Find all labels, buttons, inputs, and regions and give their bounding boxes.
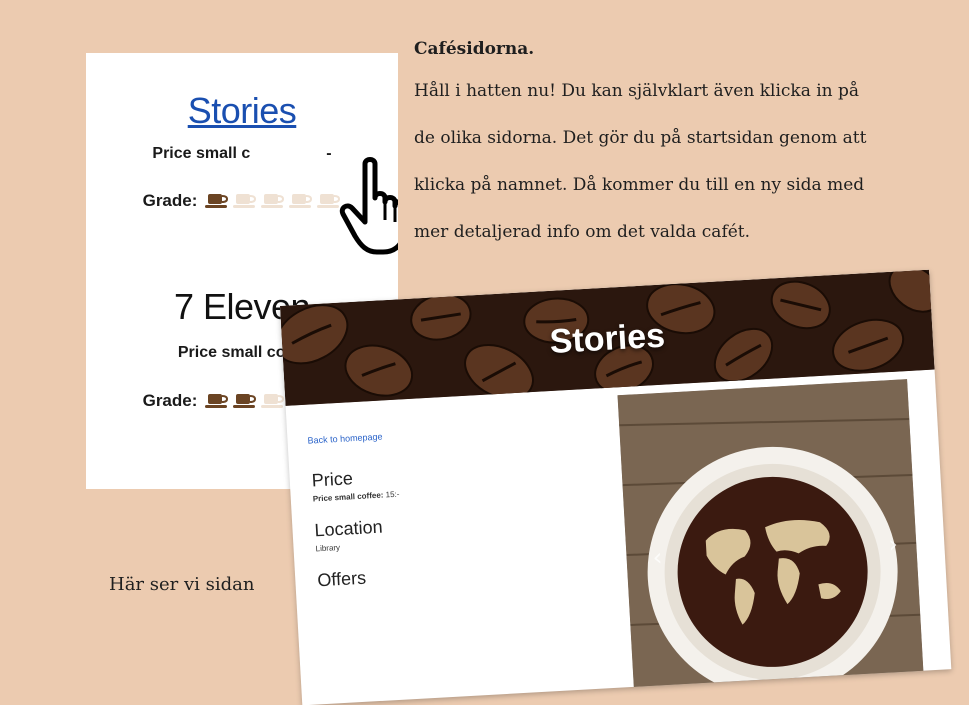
price-tail: - xyxy=(326,145,332,162)
grade-label: Grade: xyxy=(142,391,198,410)
detail-page-screenshot: Stories Back to homepage Price Price sma… xyxy=(280,269,952,705)
price-heading: Price xyxy=(311,468,354,491)
grade-cups xyxy=(205,193,341,209)
location-heading: Location xyxy=(314,516,384,541)
price-label: Price small c xyxy=(152,145,251,162)
hand-pointer-icon xyxy=(339,157,398,255)
price-detail-value: 15:- xyxy=(385,489,400,500)
location-value: Library xyxy=(315,543,341,554)
back-to-homepage-link[interactable]: Back to homepage xyxy=(307,431,383,445)
offers-heading: Offers xyxy=(316,567,367,591)
cafe-name-link-stories[interactable]: Stories xyxy=(86,90,398,132)
image-carousel: ‹ › xyxy=(617,379,924,695)
coffee-cup-empty-icon xyxy=(261,194,285,208)
text-line: klicka på namnet. Då kommer du till en n… xyxy=(414,175,865,195)
coffee-cup-empty-icon xyxy=(233,194,257,208)
carousel-next-icon[interactable]: › xyxy=(887,530,898,558)
coffee-cup-filled-icon xyxy=(205,394,229,408)
price-label: Price small coff xyxy=(177,344,297,361)
price-detail: Price small coffee: 15:- xyxy=(313,490,400,504)
carousel-prev-icon[interactable]: ‹ xyxy=(652,543,663,571)
bottom-caption: Här ser vi sidan xyxy=(109,574,255,595)
coffee-cup-empty-icon xyxy=(289,194,313,208)
grade-label: Grade: xyxy=(142,191,198,210)
description-text: Cafésidorna. Håll i hatten nu! Du kan sj… xyxy=(414,34,884,256)
text-line: de olika sidorna. Det gör du på startsid… xyxy=(414,128,867,148)
text-line: Håll i hatten nu! Du kan självklart även… xyxy=(414,81,860,101)
coffee-cup-filled-icon xyxy=(233,394,257,408)
section-heading: Cafésidorna. xyxy=(414,39,535,59)
price-detail-label: Price small coffee: xyxy=(312,490,384,504)
text-line: mer detaljerad info om det valda cafét. xyxy=(414,222,751,242)
coffee-cup-filled-icon xyxy=(205,194,229,208)
coffee-cup-empty-icon xyxy=(261,394,285,408)
coffee-cup-world-map-image xyxy=(617,379,924,695)
